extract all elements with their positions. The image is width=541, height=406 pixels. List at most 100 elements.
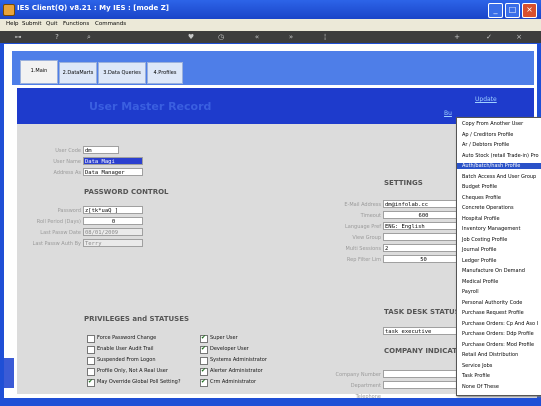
user-name-field[interactable]: Data Magi bbox=[83, 157, 143, 165]
menu-commands[interactable]: Commands bbox=[95, 21, 126, 27]
override-poll-label: May Override Global Poll Setting? bbox=[97, 379, 181, 385]
bu-link[interactable]: Bu bbox=[444, 110, 452, 117]
company-section-title: COMPANY INDICATO bbox=[384, 347, 463, 355]
crm-admin-checkbox[interactable] bbox=[200, 378, 208, 387]
multi-sessions-label: Multi Sessions bbox=[345, 246, 382, 252]
developer-user-checkbox[interactable] bbox=[200, 345, 208, 354]
dropdown-item[interactable]: Inventory Management bbox=[462, 226, 520, 232]
maximize-icon[interactable]: □ bbox=[505, 3, 520, 18]
profile-only-checkbox[interactable] bbox=[87, 368, 95, 376]
suspended-checkbox[interactable] bbox=[87, 357, 95, 365]
user-code-field[interactable]: dm bbox=[83, 146, 119, 154]
check-icon[interactable]: ✓ bbox=[484, 32, 494, 42]
search-icon[interactable]: ⌕ bbox=[84, 32, 94, 42]
profile-only-label: Profile Only, Not A Real User bbox=[97, 368, 168, 374]
dropdown-item[interactable]: Purchase Orders: Cp And Aso I bbox=[462, 321, 538, 327]
title-bar: IES Client(Q) v8.21 : My IES : [mode Z] … bbox=[0, 0, 541, 19]
settings-section-title: SETTINGS bbox=[384, 179, 423, 187]
page-title: User Master Record bbox=[89, 100, 212, 113]
help-icon[interactable]: ? bbox=[52, 32, 62, 42]
audit-trail-checkbox[interactable] bbox=[87, 346, 95, 354]
minimize-icon[interactable]: _ bbox=[488, 3, 503, 18]
rec-filter-field[interactable]: 50 bbox=[383, 255, 463, 263]
side-handle[interactable] bbox=[4, 358, 14, 388]
password-section-title: PASSWORD CONTROL bbox=[84, 188, 169, 196]
task-desk-section-title: TASK DESK STATUS bbox=[384, 308, 460, 316]
dropdown-item[interactable]: Copy From Another User bbox=[462, 121, 523, 127]
fast-forward-icon[interactable]: » bbox=[286, 32, 296, 42]
dropdown-item[interactable]: Service Jobs bbox=[462, 363, 492, 369]
dropdown-item[interactable]: Purchase Orders: Ddp Profile bbox=[462, 331, 534, 337]
menu-functions[interactable]: Functions bbox=[63, 21, 89, 27]
dropdown-item[interactable]: Budget Profile bbox=[462, 184, 497, 190]
dropdown-item[interactable]: Retail And Distribution bbox=[462, 352, 518, 358]
force-password-checkbox[interactable] bbox=[87, 335, 95, 343]
close-icon[interactable]: × bbox=[522, 3, 537, 18]
dropdown-item[interactable]: Task Profile bbox=[462, 373, 490, 379]
dropdown-item[interactable]: Auto Stock (retail Trade-in) Pro bbox=[462, 153, 539, 159]
company-number-label: Company Number bbox=[335, 372, 381, 378]
dropdown-item[interactable]: Purchase Request Profile bbox=[462, 310, 524, 316]
key-icon[interactable]: ⊶ bbox=[8, 32, 28, 42]
password-label: Password bbox=[57, 208, 81, 214]
menu-submit[interactable]: Submit bbox=[22, 21, 42, 27]
address-as-label: Address As bbox=[53, 170, 81, 176]
roll-period-field[interactable]: 0 bbox=[83, 217, 143, 225]
dropdown-item[interactable]: Concrete Operations bbox=[462, 205, 514, 211]
language-label: Language Pref bbox=[345, 224, 381, 230]
password-field[interactable]: z[tk*uaQ ] bbox=[83, 206, 143, 214]
last-auth-label: Last Passw Auth By bbox=[32, 241, 81, 247]
tab-main[interactable]: 1.Main bbox=[20, 60, 58, 84]
suspended-label: Suspended From Logon bbox=[97, 357, 156, 363]
dropdown-item[interactable]: Job Costing Profile bbox=[462, 237, 507, 243]
tab-datamarts[interactable]: 2.DataMarts bbox=[59, 62, 97, 84]
dropdown-item[interactable]: None Of These bbox=[462, 384, 499, 390]
department-field[interactable] bbox=[383, 381, 463, 389]
dropdown-item[interactable]: Batch Access And User Group bbox=[462, 174, 536, 180]
dropdown-item[interactable]: Auth/batch/hash Profile bbox=[457, 163, 541, 169]
menu-quit[interactable]: Quit bbox=[46, 21, 58, 27]
dropdown-item[interactable]: Ap / Creditors Profile bbox=[462, 132, 513, 138]
department-label: Department bbox=[350, 383, 381, 389]
pin-icon[interactable]: ¦ bbox=[320, 32, 330, 42]
menu-help[interactable]: Help bbox=[6, 21, 19, 27]
force-password-label: Force Password Change bbox=[97, 335, 157, 341]
update-link[interactable]: Update bbox=[475, 96, 497, 103]
super-user-checkbox[interactable] bbox=[200, 334, 208, 343]
plus-icon[interactable]: + bbox=[452, 32, 462, 42]
address-as-field[interactable]: Data Manager bbox=[83, 168, 143, 176]
sysadmin-checkbox[interactable] bbox=[200, 357, 208, 365]
privileges-section-title: PRIVILEGES and STATUSES bbox=[84, 315, 190, 323]
dropdown-item[interactable]: Ar / Debtors Profile bbox=[462, 142, 509, 148]
audit-trail-label: Enable User Audit Trail bbox=[97, 346, 154, 352]
app-icon bbox=[3, 4, 15, 16]
roll-period-label: Roll Period (Days) bbox=[36, 219, 81, 225]
profile-dropdown-menu: Copy From Another User Ap / Creditors Pro… bbox=[456, 117, 541, 396]
multi-sessions-field[interactable]: 2 bbox=[383, 244, 463, 252]
dropdown-item[interactable]: Medical Profile bbox=[462, 279, 498, 285]
language-field[interactable]: ENG: English bbox=[383, 222, 463, 230]
dropdown-item[interactable]: Payroll bbox=[462, 289, 479, 295]
tab-data-queries[interactable]: 3.Data Queries bbox=[98, 62, 146, 84]
tab-profiles[interactable]: 4.Profiles bbox=[147, 62, 183, 84]
dropdown-item[interactable]: Hospital Profile bbox=[462, 216, 500, 222]
user-code-label: User Code bbox=[55, 148, 81, 154]
heart-icon[interactable]: ♥ bbox=[186, 32, 196, 42]
dropdown-item[interactable]: Manufacture On Demand bbox=[462, 268, 525, 274]
close-icon[interactable]: × bbox=[514, 32, 524, 42]
dropdown-item[interactable]: Personal Authority Code bbox=[462, 300, 522, 306]
override-poll-checkbox[interactable] bbox=[87, 378, 95, 387]
task-desk-field[interactable]: task executive bbox=[383, 327, 463, 335]
rewind-icon[interactable]: « bbox=[252, 32, 262, 42]
email-field[interactable]: dm@infolab.cc bbox=[383, 200, 463, 208]
dropdown-item[interactable]: Journal Profile bbox=[462, 247, 496, 253]
dropdown-item[interactable]: Cheques Profile bbox=[462, 195, 501, 201]
view-group-field[interactable] bbox=[383, 233, 463, 241]
dropdown-item[interactable]: Purchase Orders: Mod Profile bbox=[462, 342, 534, 348]
clock-icon[interactable]: ◷ bbox=[216, 32, 226, 42]
timeout-field[interactable]: 600 bbox=[383, 211, 463, 219]
dropdown-item[interactable]: Ledger Profile bbox=[462, 258, 496, 264]
alerter-admin-checkbox[interactable] bbox=[200, 367, 208, 376]
company-number-field[interactable] bbox=[383, 370, 463, 378]
menu-bar: Help Submit Quit Functions Commands bbox=[0, 19, 541, 31]
